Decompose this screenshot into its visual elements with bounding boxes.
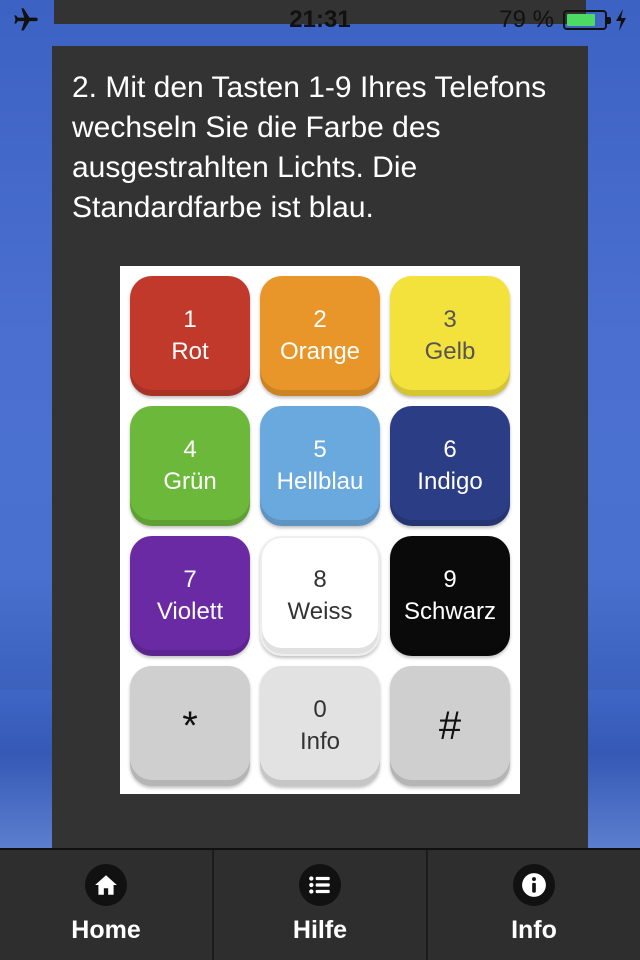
- keypad-key-1: 1 Rot: [130, 276, 250, 396]
- key-number: *: [182, 704, 198, 748]
- key-number: #: [438, 704, 462, 748]
- battery-icon: [563, 10, 611, 30]
- keypad-key-7: 7 Violett: [130, 536, 250, 656]
- tab-info[interactable]: Info: [428, 850, 640, 960]
- keypad-key-6: 6 Indigo: [390, 406, 510, 526]
- keypad-key-9: 9 Schwarz: [390, 536, 510, 656]
- key-number: 2: [313, 306, 327, 333]
- list-icon: [299, 864, 341, 906]
- instruction-text: 2. Mit den Tasten 1-9 Ihres Telefons wec…: [72, 71, 547, 224]
- key-label: Grün: [163, 468, 217, 495]
- tab-home-label: Home: [71, 916, 141, 944]
- key-number: 4: [183, 436, 197, 463]
- keypad-key-0: 0 Info: [260, 666, 380, 786]
- battery-percent: 79 %: [499, 6, 554, 33]
- key-label: Orange: [279, 338, 361, 365]
- key-number: 5: [313, 436, 327, 463]
- key-label: Weiss: [287, 598, 353, 625]
- content-card: 2. Mit den Tasten 1-9 Ihres Telefons wec…: [52, 46, 588, 848]
- keypad-image: 1 Rot 2 Orange 3 Gelb 4 Grün 5 Hellblau 6 Indigo 7 Vi…: [120, 266, 520, 794]
- key-label: Rot: [171, 338, 209, 365]
- key-number: 0: [313, 696, 327, 723]
- tab-home[interactable]: Home: [0, 850, 214, 960]
- battery-nub: [607, 17, 611, 24]
- key-label: Info: [299, 728, 341, 755]
- keypad-key-2: 2 Orange: [260, 276, 380, 396]
- keypad-key-8: 8 Weiss: [260, 536, 380, 656]
- battery-fill: [567, 14, 595, 26]
- key-number: 3: [443, 306, 457, 333]
- key-label: Violett: [156, 598, 224, 625]
- key-label: Schwarz: [403, 598, 497, 625]
- tab-hilfe[interactable]: Hilfe: [214, 850, 428, 960]
- key-number: 9: [443, 566, 457, 593]
- key-label: Hellblau: [276, 468, 364, 495]
- key-number: 8: [313, 566, 327, 593]
- home-icon: [85, 864, 127, 906]
- keypad-key-star: *: [130, 666, 250, 786]
- tab-info-label: Info: [511, 916, 557, 944]
- key-number: 1: [183, 306, 197, 333]
- key-label: Indigo: [417, 468, 483, 495]
- keypad-key-5: 5 Hellblau: [260, 406, 380, 526]
- tab-bar: Home Hilfe Info: [0, 848, 640, 960]
- keypad-key-hash: #: [390, 666, 510, 786]
- status-bar: 21:31 79 %: [0, 0, 640, 40]
- info-icon: [513, 864, 555, 906]
- key-label: Gelb: [424, 338, 476, 365]
- key-number: 7: [183, 566, 197, 593]
- keypad-key-4: 4 Grün: [130, 406, 250, 526]
- bolt-icon: [616, 9, 626, 31]
- keypad-key-3: 3 Gelb: [390, 276, 510, 396]
- tab-hilfe-label: Hilfe: [292, 916, 348, 944]
- key-number: 6: [443, 436, 457, 463]
